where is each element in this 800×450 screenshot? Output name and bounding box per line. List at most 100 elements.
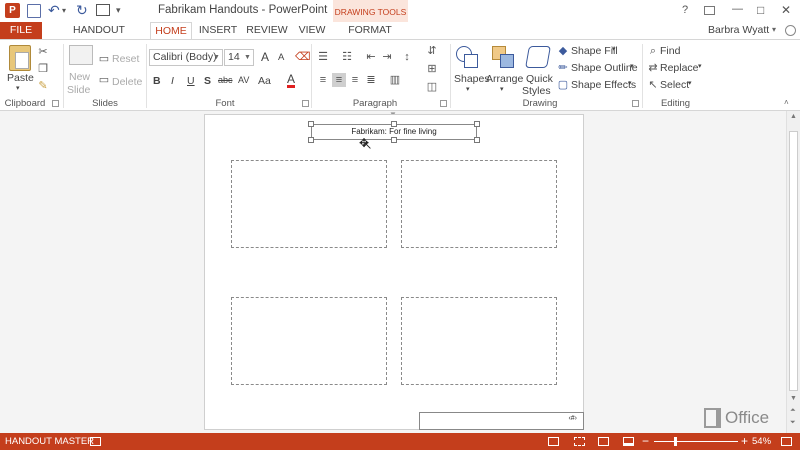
text-direction-icon[interactable]: ⇵ [425,44,439,58]
powerpoint-logo-icon[interactable]: P [5,3,20,18]
cut-icon[interactable]: ✂ [36,45,50,59]
shape-effects-icon[interactable]: ▢ [556,78,570,92]
slide-placeholder-3[interactable] [231,297,387,385]
shrink-font-button[interactable]: A [278,52,284,63]
next-page-icon[interactable]: ⏷ [790,419,796,427]
selection-handle[interactable] [308,137,314,143]
slideshow-icon[interactable] [623,437,634,446]
copy-icon[interactable]: ❐ [36,62,50,76]
columns-icon[interactable]: ▥ [388,73,402,87]
line-spacing-icon[interactable]: ↕ [400,50,414,64]
slide-sorter-icon[interactable] [574,437,585,446]
scroll-down-icon[interactable]: ▼ [790,395,797,402]
shapes-dropdown-icon[interactable]: ▾ [466,85,470,93]
user-name[interactable]: Barbra Wyatt [708,24,769,36]
drawing-launcher-icon[interactable] [632,100,639,107]
scroll-up-icon[interactable]: ▲ [790,113,797,120]
select-button[interactable]: Select [660,79,689,91]
justify-icon[interactable]: ≣ [364,73,378,87]
grow-font-button[interactable]: A [261,50,269,64]
collapse-ribbon-icon[interactable]: ˄ [784,98,789,107]
select-dropdown-icon[interactable]: ▾ [688,79,692,87]
font-name-dropdown-icon[interactable]: ▼ [211,50,222,65]
undo-dropdown-icon[interactable]: ▾ [62,4,66,18]
quick-styles-label-1[interactable]: Quick [526,73,553,85]
slide-placeholder-1[interactable] [231,160,387,248]
find-button[interactable]: Find [660,45,680,57]
selection-handle[interactable] [391,121,397,127]
close-icon[interactable]: ✕ [781,3,791,17]
font-color-button[interactable]: A [287,73,296,88]
reading-view-icon[interactable] [598,437,609,446]
shapes-icon[interactable] [456,46,480,70]
present-icon[interactable] [96,4,110,16]
quick-styles-icon[interactable] [525,46,551,68]
smartart-icon[interactable]: ◫ [425,80,439,94]
zoom-slider-thumb[interactable] [674,437,677,446]
decrease-indent-icon[interactable]: ⇤ [364,50,378,64]
shapes-button[interactable]: Shapes [454,73,490,85]
clear-formatting-icon[interactable]: ⌫ [295,50,311,64]
increase-indent-icon[interactable]: ⇥ [380,50,394,64]
normal-view-icon[interactable] [548,437,559,446]
font-size-dropdown-icon[interactable]: ▼ [242,50,253,65]
clipboard-launcher-icon[interactable] [52,100,59,107]
shape-outline-button[interactable]: Shape Outline [571,62,638,74]
replace-button[interactable]: Replace [660,62,699,74]
handout-page[interactable]: Fabrikam: For fine living ✥ ↖ ‹#› [204,114,584,430]
paste-button-label[interactable]: Paste [7,72,34,84]
paragraph-launcher-icon[interactable] [440,100,447,107]
bullets-icon[interactable]: ☰ [316,50,330,64]
zoom-out-icon[interactable]: − [642,434,649,448]
strikethrough-button[interactable]: abc [218,75,233,85]
shape-effects-button[interactable]: Shape Effects [571,79,636,91]
page-number-placeholder[interactable]: ‹#› [419,412,584,430]
selection-handle[interactable] [474,137,480,143]
zoom-in-icon[interactable]: + [741,434,748,448]
character-spacing-button[interactable]: AV [238,75,249,85]
help-icon[interactable]: ? [682,4,688,16]
arrange-button[interactable]: Arrange [486,73,523,85]
align-left-icon[interactable]: ≡ [316,73,330,87]
shape-fill-dropdown-icon[interactable]: ▾ [612,45,616,53]
arrange-dropdown-icon[interactable]: ▾ [500,85,504,93]
font-size-combo[interactable]: 14 ▼ [224,49,254,66]
shape-outline-icon[interactable]: ✏ [556,61,570,75]
zoom-level[interactable]: 54% [752,436,771,447]
font-name-combo[interactable]: Calibri (Body) ▼ [149,49,223,66]
selection-handle[interactable] [308,121,314,127]
spelling-check-icon[interactable] [90,437,101,446]
slide-placeholder-2[interactable] [401,160,557,248]
bold-button[interactable]: B [153,75,161,87]
previous-page-icon[interactable]: ⏶ [790,407,796,415]
tab-file[interactable]: FILE [0,22,42,39]
replace-dropdown-icon[interactable]: ▾ [698,62,702,70]
underline-button[interactable]: U [187,75,195,87]
minimize-icon[interactable]: — [732,3,743,15]
align-center-icon[interactable]: ≡ [332,73,346,87]
format-painter-icon[interactable]: ✎ [36,79,50,93]
vertical-scrollbar[interactable]: ▲ ▼ ⏶ ⏷ [786,111,800,433]
paste-icon[interactable] [9,45,31,71]
redo-icon[interactable]: ↻ [76,3,88,17]
shadow-button[interactable]: S [204,75,211,87]
italic-button[interactable]: I [171,75,174,87]
replace-icon[interactable]: ⇄ [646,61,660,75]
select-icon[interactable]: ↖ [646,78,660,92]
align-text-icon[interactable]: ⊞ [425,62,439,76]
quick-styles-label-2[interactable]: Styles [522,85,551,97]
change-case-button[interactable]: Aa [258,75,271,87]
arrange-icon[interactable] [492,46,516,70]
user-dropdown-icon[interactable]: ▾ [772,25,776,34]
align-right-icon[interactable]: ≡ [348,73,362,87]
tab-format[interactable]: FORMAT [340,22,400,39]
zoom-slider[interactable] [654,437,738,446]
save-icon[interactable] [27,4,41,18]
ribbon-display-options-icon[interactable] [704,6,715,15]
shape-effects-dropdown-icon[interactable]: ▾ [628,79,632,87]
tab-review[interactable]: REVIEW [244,22,290,39]
undo-icon[interactable]: ↶ [48,3,60,17]
customize-qat-icon[interactable]: ▾ [116,3,121,17]
tab-view[interactable]: VIEW [294,22,330,39]
tab-home[interactable]: HOME [150,22,192,39]
